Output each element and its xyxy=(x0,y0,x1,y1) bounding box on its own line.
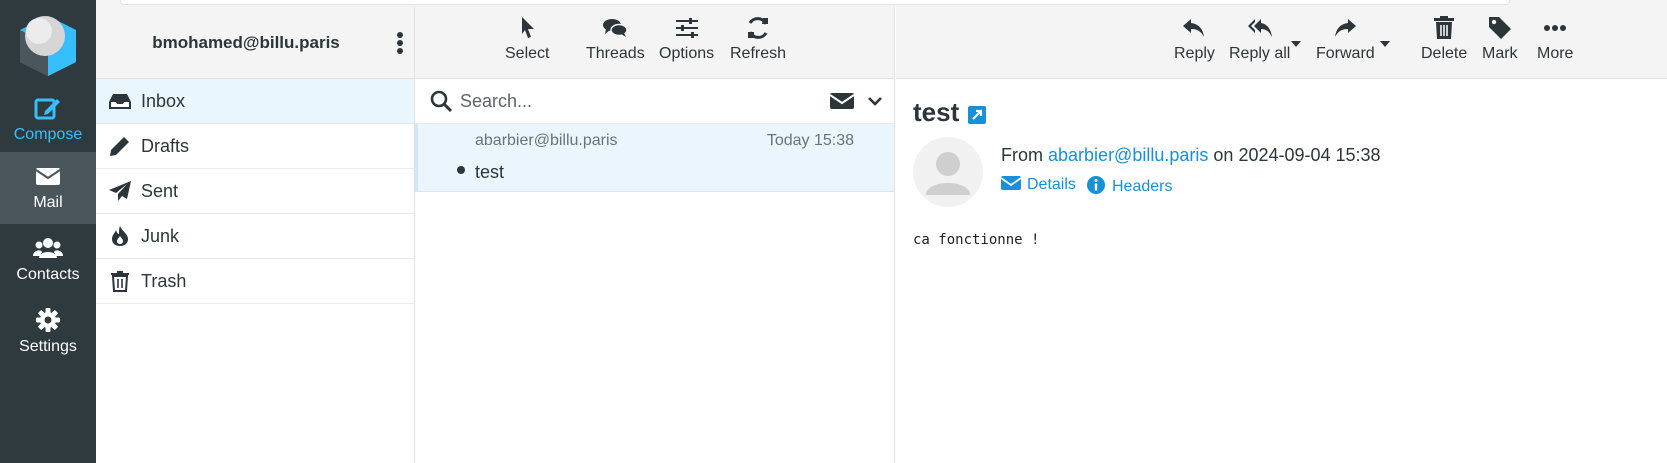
paper-plane-icon xyxy=(109,181,131,201)
folder-item-sent[interactable]: Sent xyxy=(96,169,414,214)
message-body: ca fonctionne ! xyxy=(913,232,1040,248)
folder-label: Trash xyxy=(141,271,187,291)
folder-list-panel: bmohamed@billu.paris Inbox Drafts Sent J… xyxy=(96,7,415,463)
message-from: abarbier@billu.paris xyxy=(475,132,618,149)
reply-all-button[interactable]: Reply all xyxy=(1229,15,1290,63)
folder-header: bmohamed@billu.paris xyxy=(96,7,414,79)
forward-button[interactable]: Forward xyxy=(1316,15,1375,63)
compose-icon xyxy=(34,98,60,120)
reply-all-dropdown-icon[interactable] xyxy=(1291,41,1301,47)
reply-all-icon xyxy=(1247,19,1272,37)
settings-button[interactable]: Settings xyxy=(0,296,96,368)
sender-avatar xyxy=(913,137,983,207)
mail-button[interactable]: Mail xyxy=(0,152,96,224)
folder-label: Sent xyxy=(141,181,179,201)
forward-icon xyxy=(1335,19,1357,37)
refresh-label: Refresh xyxy=(730,45,787,62)
sender-address-link[interactable]: abarbier@billu.paris xyxy=(1048,145,1208,165)
forward-dropdown-icon[interactable] xyxy=(1380,41,1390,47)
folder-item-trash[interactable]: Trash xyxy=(96,259,414,304)
on-word: on xyxy=(1213,145,1234,165)
more-button[interactable]: More xyxy=(1537,15,1573,63)
folder-item-drafts[interactable]: Drafts xyxy=(96,124,414,169)
options-button[interactable]: Options xyxy=(659,15,714,63)
contacts-icon xyxy=(33,238,63,258)
delete-label: Delete xyxy=(1421,45,1468,62)
compose-button[interactable]: Compose xyxy=(0,84,96,156)
details-label: Details xyxy=(1027,176,1076,193)
sliders-icon xyxy=(675,18,698,38)
select-button[interactable]: Select xyxy=(505,15,549,63)
refresh-icon xyxy=(748,17,769,39)
search-input[interactable] xyxy=(460,87,790,115)
envelope-icon xyxy=(1001,176,1021,190)
mark-label: Mark xyxy=(1482,45,1518,62)
options-label: Options xyxy=(659,45,715,62)
top-strip-edge xyxy=(120,0,1510,5)
user-silhouette-icon xyxy=(926,152,970,195)
info-icon xyxy=(1087,176,1105,194)
pencil-icon xyxy=(110,137,129,156)
folder-label: Junk xyxy=(141,226,180,246)
reply-button[interactable]: Reply xyxy=(1174,15,1215,63)
preview-toolbar: Reply Reply all Forward Delete Mark More xyxy=(896,7,1667,79)
pointer-icon xyxy=(522,17,535,38)
refresh-button[interactable]: Refresh xyxy=(730,15,786,63)
select-label: Select xyxy=(505,45,550,62)
open-in-new-window-icon[interactable] xyxy=(967,105,987,125)
contacts-label: Contacts xyxy=(16,266,80,283)
threads-icon xyxy=(603,19,629,37)
delete-button[interactable]: Delete xyxy=(1421,15,1467,63)
more-icon xyxy=(1544,25,1567,31)
browser-top-strip xyxy=(0,0,1667,7)
folder-label: Drafts xyxy=(141,136,190,156)
reply-all-label: Reply all xyxy=(1229,45,1291,62)
folder-item-inbox[interactable]: Inbox xyxy=(96,79,414,124)
mail-icon xyxy=(35,168,61,185)
gear-icon xyxy=(36,308,60,332)
chevron-down-icon[interactable] xyxy=(867,93,883,109)
trash-icon xyxy=(111,271,129,292)
compose-label: Compose xyxy=(13,126,83,143)
unread-dot xyxy=(457,166,465,174)
fire-icon xyxy=(112,226,128,246)
mail-label: Mail xyxy=(33,194,63,211)
kebab-menu-icon[interactable] xyxy=(392,29,408,57)
from-prefix: From xyxy=(1001,145,1043,165)
from-line: From abarbier@billu.paris on 2024-09-04 … xyxy=(1001,145,1381,166)
contacts-button[interactable]: Contacts xyxy=(0,224,96,296)
mark-button[interactable]: Mark xyxy=(1482,15,1518,63)
roundcube-logo xyxy=(20,16,76,76)
settings-label: Settings xyxy=(19,338,77,355)
threads-button[interactable]: Threads xyxy=(586,15,645,63)
message-date-full: 2024-09-04 15:38 xyxy=(1238,145,1381,165)
forward-label: Forward xyxy=(1316,45,1375,62)
inbox-icon xyxy=(109,94,131,109)
message-date: Today 15:38 xyxy=(766,132,854,149)
envelope-filter-icon[interactable] xyxy=(829,91,855,111)
more-label: More xyxy=(1537,45,1574,62)
message-preview-panel: Reply Reply all Forward Delete Mark More… xyxy=(896,7,1667,463)
message-row[interactable]: abarbier@billu.paris Today 15:38 test xyxy=(415,124,894,192)
reply-label: Reply xyxy=(1174,45,1215,62)
task-menu: Compose Mail Contacts Settings xyxy=(0,0,96,463)
message-list-panel: Select Threads Options Refresh Search...… xyxy=(415,7,895,463)
headers-label: Headers xyxy=(1112,178,1173,195)
tag-icon xyxy=(1488,17,1511,39)
list-toolbar: Select Threads Options Refresh xyxy=(415,7,894,79)
headers-link[interactable]: Headers xyxy=(1086,175,1172,196)
folder-item-junk[interactable]: Junk xyxy=(96,214,414,259)
reply-icon xyxy=(1183,19,1205,37)
folder-label: Inbox xyxy=(141,91,186,111)
message-subject: test xyxy=(475,162,505,182)
trash-icon xyxy=(1434,16,1455,39)
message-subject-heading: test xyxy=(913,97,960,127)
threads-label: Threads xyxy=(586,45,645,62)
account-email: bmohamed@billu.paris xyxy=(152,33,340,52)
details-link[interactable]: Details xyxy=(1001,175,1076,194)
search-icon xyxy=(430,90,453,113)
search-bar xyxy=(415,79,894,124)
